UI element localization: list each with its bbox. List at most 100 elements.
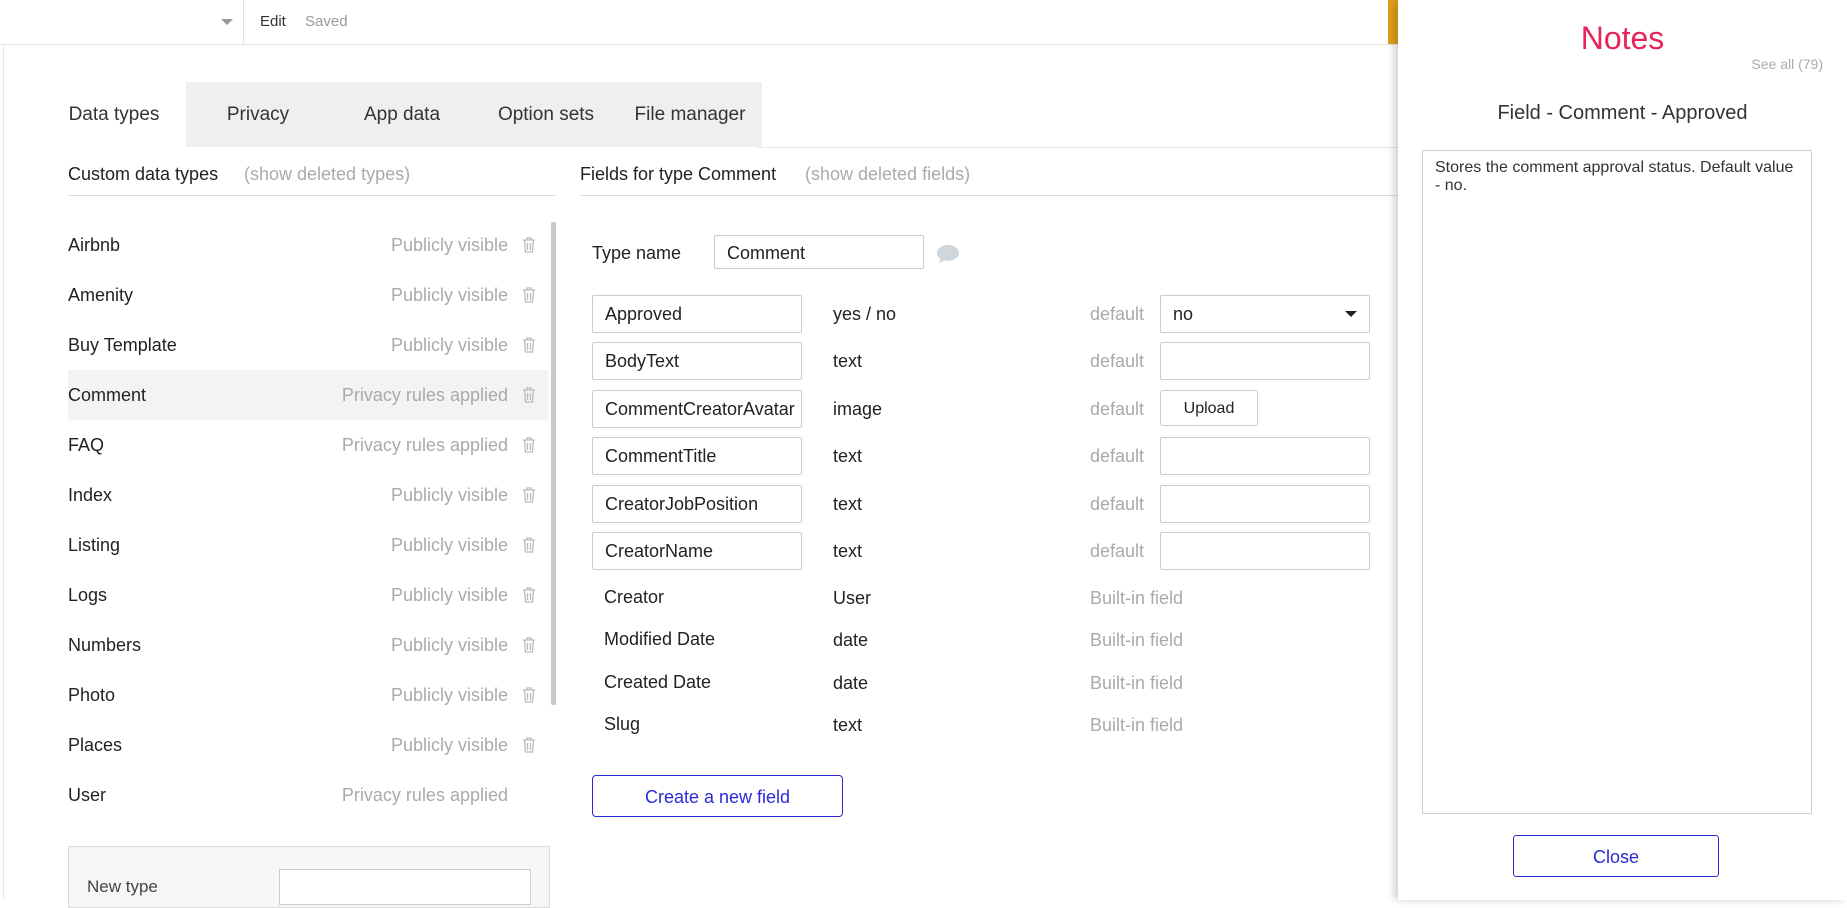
- field-type[interactable]: text: [833, 342, 862, 380]
- close-button[interactable]: Close: [1513, 835, 1719, 877]
- chevron-down-icon: [221, 19, 233, 25]
- builtin-field-name: Creator: [604, 587, 665, 607]
- type-row-amenity[interactable]: Amenity Publicly visible: [68, 270, 548, 320]
- new-type-box: New type: [68, 846, 550, 908]
- tab-privacy[interactable]: Privacy: [186, 82, 330, 147]
- type-visibility: Publicly visible: [390, 535, 508, 555]
- default-value-input[interactable]: [1160, 342, 1370, 380]
- tab-file-manager[interactable]: File manager: [618, 82, 762, 147]
- field-name-input[interactable]: CommentTitle: [592, 437, 802, 475]
- edit-menu[interactable]: Edit: [260, 13, 286, 30]
- type-name-input[interactable]: Comment: [714, 235, 924, 269]
- trash-icon[interactable]: [522, 237, 536, 253]
- fields-divider: [580, 195, 1398, 196]
- type-visibility: Publicly visible: [390, 485, 508, 505]
- type-row-index[interactable]: Index Publicly visible: [68, 470, 548, 520]
- type-row-photo[interactable]: Photo Publicly visible: [68, 670, 548, 720]
- tabs-divider: [758, 147, 1398, 148]
- type-name: Logs: [68, 585, 108, 605]
- field-name-input[interactable]: BodyText: [592, 342, 802, 380]
- trash-icon[interactable]: [522, 737, 536, 753]
- trash-icon[interactable]: [522, 487, 536, 503]
- note-textarea[interactable]: Stores the comment approval status. Defa…: [1422, 150, 1812, 814]
- trash-icon[interactable]: [522, 637, 536, 653]
- type-name: Index: [68, 485, 113, 505]
- trash-icon[interactable]: [522, 337, 536, 353]
- builtin-note: Built-in field: [1090, 630, 1184, 650]
- builtin-note: Built-in field: [1090, 715, 1184, 735]
- show-deleted-types-link[interactable]: (show deleted types): [244, 164, 410, 185]
- data-tabs: Data types Privacy App data Option sets …: [42, 82, 762, 147]
- field-row-creatorname: CreatorName text default: [592, 532, 1372, 570]
- field-name-input[interactable]: Approved: [592, 295, 802, 333]
- builtin-field-name: Slug: [604, 714, 641, 734]
- type-visibility: Publicly visible: [390, 285, 508, 305]
- field-name-input[interactable]: CreatorName: [592, 532, 802, 570]
- create-new-field-button[interactable]: Create a new field: [592, 775, 843, 817]
- type-name: FAQ: [68, 435, 105, 455]
- builtin-field-type: User: [833, 588, 872, 608]
- default-label: default: [1090, 399, 1145, 419]
- type-row-airbnb[interactable]: Airbnb Publicly visible: [68, 220, 548, 270]
- type-row-numbers[interactable]: Numbers Publicly visible: [68, 620, 548, 670]
- default-value: no: [1173, 304, 1194, 324]
- default-value-select[interactable]: no: [1160, 295, 1370, 333]
- trash-icon[interactable]: [522, 437, 536, 453]
- tab-app-data[interactable]: App data: [330, 82, 474, 147]
- types-scrollbar[interactable]: [551, 222, 556, 705]
- type-name: Listing: [68, 535, 121, 555]
- tab-data-types[interactable]: Data types: [42, 82, 186, 147]
- builtin-field-type: date: [833, 673, 869, 693]
- field-type[interactable]: text: [833, 437, 862, 475]
- default-value-input[interactable]: [1160, 532, 1370, 570]
- builtin-field-type: text: [833, 715, 863, 735]
- field-type[interactable]: text: [833, 532, 862, 570]
- trash-icon[interactable]: [522, 287, 536, 303]
- type-visibility: Privacy rules applied: [341, 435, 508, 455]
- field-type[interactable]: text: [833, 485, 862, 523]
- page-dropdown[interactable]: [0, 0, 244, 44]
- type-visibility: Publicly visible: [390, 735, 508, 755]
- field-name-input[interactable]: CreatorJobPosition: [592, 485, 802, 523]
- field-row-commenttitle: CommentTitle text default: [592, 437, 1372, 475]
- type-row-buy-template[interactable]: Buy Template Publicly visible: [68, 320, 548, 370]
- type-visibility: Publicly visible: [390, 235, 508, 255]
- type-visibility: Publicly visible: [390, 335, 508, 355]
- type-name: Amenity: [68, 285, 134, 305]
- type-row-logs[interactable]: Logs Publicly visible: [68, 570, 548, 620]
- type-visibility: Privacy rules applied: [341, 385, 508, 405]
- type-name: Airbnb: [68, 235, 121, 255]
- trash-icon[interactable]: [522, 387, 536, 403]
- builtin-field-name: Modified Date: [604, 629, 716, 649]
- type-row-faq[interactable]: FAQ Privacy rules applied: [68, 420, 548, 470]
- field-type[interactable]: yes / no: [833, 295, 896, 333]
- notes-title: Notes: [1580, 20, 1665, 56]
- field-type[interactable]: image: [833, 390, 882, 428]
- tab-option-sets[interactable]: Option sets: [474, 82, 618, 147]
- type-row-user[interactable]: User Privacy rules applied: [68, 770, 548, 820]
- default-label: default: [1090, 494, 1145, 514]
- field-name-input[interactable]: CommentCreatorAvatar: [592, 390, 802, 428]
- comment-bubble-icon[interactable]: [936, 244, 960, 264]
- builtin-row-slug: Slug text Built-in field: [592, 706, 1372, 744]
- default-value-input[interactable]: [1160, 485, 1370, 523]
- types-list: Airbnb Publicly visible Amenity Publicly…: [68, 220, 548, 820]
- builtin-note: Built-in field: [1090, 673, 1184, 693]
- see-all-link[interactable]: See all (79): [1751, 56, 1823, 72]
- default-label: default: [1090, 304, 1145, 324]
- trash-icon[interactable]: [522, 687, 536, 703]
- show-deleted-fields-link[interactable]: (show deleted fields): [805, 164, 970, 185]
- trash-icon[interactable]: [522, 537, 536, 553]
- type-row-comment[interactable]: Comment Privacy rules applied: [68, 370, 548, 420]
- types-divider: [68, 195, 555, 196]
- default-value-input[interactable]: [1160, 437, 1370, 475]
- type-name: Places: [68, 735, 123, 755]
- trash-icon[interactable]: [522, 587, 536, 603]
- type-row-listing[interactable]: Listing Publicly visible: [68, 520, 548, 570]
- builtin-row-created-date: Created Date date Built-in field: [592, 664, 1372, 702]
- builtin-note: Built-in field: [1090, 588, 1184, 608]
- save-status: Saved: [305, 13, 348, 30]
- dropdown-arrow-icon: [1345, 311, 1357, 317]
- upload-button[interactable]: Upload: [1160, 390, 1258, 426]
- type-row-places[interactable]: Places Publicly visible: [68, 720, 548, 770]
